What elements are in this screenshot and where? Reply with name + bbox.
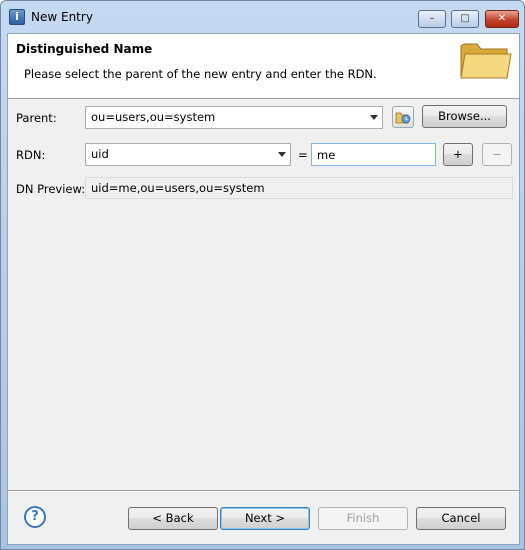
help-icon[interactable]: ? — [24, 506, 46, 528]
page-title: Distinguished Name — [16, 42, 153, 56]
close-button[interactable]: ✕ — [485, 10, 519, 28]
dialog-body: Distinguished Name Please select the par… — [7, 33, 520, 545]
rdn-attribute-combo[interactable]: uid — [85, 143, 291, 166]
equals-sign: = — [298, 148, 308, 162]
next-button[interactable]: Next > — [220, 507, 310, 530]
chevron-down-icon[interactable] — [370, 115, 378, 120]
minimize-button[interactable]: – — [418, 10, 446, 28]
title-bar[interactable]: i New Entry – □ ✕ — [1, 1, 524, 33]
browse-button[interactable]: Browse... — [422, 105, 507, 128]
rdn-label: RDN: — [16, 148, 46, 162]
rdn-value-input[interactable] — [311, 143, 436, 166]
maximize-button[interactable]: □ — [451, 10, 479, 28]
new-entry-window: i New Entry – □ ✕ Distinguished Name Ple… — [0, 0, 525, 550]
remove-rdn-button[interactable]: − — [482, 143, 512, 166]
finish-button[interactable]: Finish — [318, 507, 408, 530]
chevron-down-icon[interactable] — [278, 152, 286, 157]
parent-history-button[interactable] — [392, 106, 414, 128]
back-button[interactable]: < Back — [128, 507, 218, 530]
footer-separator — [8, 490, 519, 492]
dn-preview-value: uid=me,ou=users,ou=system — [85, 177, 513, 199]
parent-combo[interactable]: ou=users,ou=system — [85, 106, 383, 129]
parent-value: ou=users,ou=system — [91, 110, 216, 124]
cancel-button[interactable]: Cancel — [416, 507, 506, 530]
page-description: Please select the parent of the new entr… — [24, 67, 377, 81]
add-rdn-button[interactable]: + — [443, 143, 473, 166]
folder-icon — [460, 43, 512, 79]
app-icon: i — [9, 9, 25, 25]
parent-history-icon — [395, 112, 411, 124]
parent-label: Parent: — [16, 111, 57, 125]
dn-preview-label: DN Preview: — [16, 182, 86, 196]
window-title: New Entry — [31, 10, 93, 24]
rdn-attribute-value: uid — [91, 147, 109, 161]
wizard-header: Distinguished Name Please select the par… — [8, 34, 519, 99]
